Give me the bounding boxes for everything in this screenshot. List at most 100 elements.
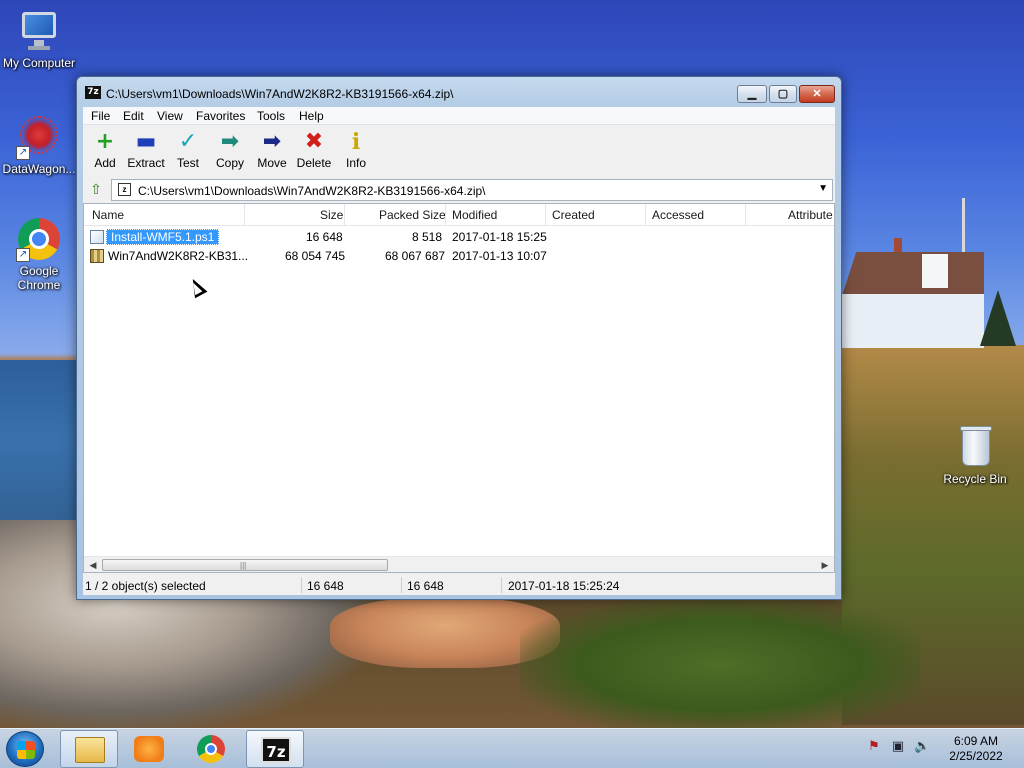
file-packed-size: 8 518 (412, 230, 443, 244)
column-packed-size[interactable]: Packed Size (379, 208, 446, 222)
menu-view[interactable]: View (157, 109, 183, 123)
media-player-icon (134, 736, 164, 762)
move-arrow-icon: ➡ (262, 129, 282, 154)
info-button[interactable]: i Info (334, 128, 378, 176)
delete-button[interactable]: ✖ Delete (292, 128, 336, 176)
check-icon: ✓ (178, 129, 198, 154)
address-path: C:\Users\vm1\Downloads\Win7AndW2K8R2-KB3… (138, 184, 486, 198)
tool-label: Move (257, 156, 287, 170)
taskbar-7zip-button[interactable]: 7z (246, 730, 304, 768)
extract-button[interactable]: ▬ Extract (124, 128, 168, 176)
file-packed-size: 68 067 687 (385, 249, 446, 263)
clock-time: 6:09 AM (953, 734, 999, 748)
chevron-down-icon[interactable]: ▼ (818, 183, 828, 194)
volume-icon[interactable]: 🔈 (914, 739, 930, 755)
windows-logo-icon (17, 741, 35, 759)
datawagon-icon: ↗ (16, 114, 62, 160)
table-row[interactable]: Win7AndW2K8R2-KB31... 68 054 745 68 067 … (84, 247, 834, 266)
toolbar: + Add ▬ Extract ✓ Test ➡ Copy ➡ Move ✖ D… (83, 126, 835, 178)
address-field[interactable]: z C:\Users\vm1\Downloads\Win7AndW2K8R2-K… (111, 179, 833, 201)
desktop-wallpaper-tree (980, 290, 1016, 346)
tool-label: Add (94, 156, 116, 170)
taskbar-chrome-button[interactable] (182, 730, 240, 768)
file-modified: 2017-01-13 10:07 (452, 249, 547, 263)
table-row[interactable]: Install-WMF5.1.ps1 16 648 8 518 2017-01-… (84, 228, 834, 247)
scrollbar-thumb[interactable]: ||| (102, 559, 388, 571)
maximize-icon: ▢ (777, 88, 789, 100)
horizontal-scrollbar[interactable]: ◀ ||| ▶ (84, 556, 834, 572)
action-center-flag-icon[interactable]: ⚑ (866, 739, 882, 755)
plus-icon: + (95, 129, 115, 154)
desktop-wallpaper-shrubs (520, 600, 920, 730)
clock-date: 2/25/2022 (949, 749, 1003, 763)
computer-icon (16, 8, 62, 54)
desktop-icon-my-computer[interactable]: My Computer (0, 8, 78, 70)
menu-file[interactable]: File (91, 109, 110, 123)
clock[interactable]: 6:09 AM 2/25/2022 (940, 734, 1012, 764)
column-size[interactable]: Size (320, 208, 343, 222)
move-button[interactable]: ➡ Move (250, 128, 294, 176)
network-icon[interactable]: ▣ (890, 739, 906, 755)
up-folder-button[interactable]: ⇧ (86, 180, 106, 200)
column-name[interactable]: Name (92, 208, 124, 222)
taskbar-media-player-button[interactable] (120, 730, 178, 768)
column-attribute[interactable]: Attribute (788, 208, 833, 222)
menu-help[interactable]: Help (299, 109, 324, 123)
file-size: 68 054 745 (285, 249, 346, 263)
menu-tools[interactable]: Tools (257, 109, 285, 123)
minimize-button[interactable]: ▁ (737, 85, 767, 103)
desktop-icon-recycle-bin[interactable]: Recycle Bin (936, 424, 1014, 486)
tool-label: Delete (296, 156, 332, 170)
status-packed-size: 16 648 (407, 579, 444, 593)
minimize-icon: ▁ (747, 88, 757, 100)
address-bar: ⇧ z C:\Users\vm1\Downloads\Win7AndW2K8R2… (83, 178, 835, 202)
desktop-icon-google-chrome[interactable]: ↗ Google Chrome (0, 216, 78, 292)
desktop-icon-label: Google Chrome (17, 264, 61, 292)
tool-label: Test (176, 156, 199, 170)
close-button[interactable]: ✕ (799, 85, 835, 103)
window-titlebar[interactable]: 7z C:\Users\vm1\Downloads\Win7AndW2K8R2-… (77, 77, 841, 107)
taskbar-explorer-button[interactable] (60, 730, 118, 768)
file-name: Install-WMF5.1.ps1 (106, 229, 220, 245)
recycle-bin-icon (952, 424, 998, 470)
desktop-icon-label: DataWagon... (2, 162, 76, 176)
script-file-icon (90, 230, 104, 244)
column-created[interactable]: Created (552, 208, 595, 222)
tool-label: Copy (215, 156, 244, 170)
minus-icon: ▬ (135, 129, 157, 154)
archive-file-icon (90, 249, 104, 263)
start-button[interactable] (6, 731, 44, 767)
system-tray: ⚑ ▣ 🔈 (862, 737, 942, 761)
taskbar: 7z ⚑ ▣ 🔈 6:09 AM 2/25/2022 (0, 728, 1024, 768)
chrome-icon: ↗ (16, 216, 62, 262)
desktop-icon-label: Recycle Bin (943, 472, 1007, 486)
status-modified: 2017-01-18 15:25:24 (508, 579, 620, 593)
folder-icon (75, 737, 105, 763)
desktop-icon-datawagon[interactable]: ↗ DataWagon... (0, 114, 78, 176)
window-client: File Edit View Favorites Tools Help + Ad… (83, 107, 835, 595)
status-selection: 1 / 2 object(s) selected (85, 579, 206, 593)
desktop-icon-label: My Computer (2, 56, 76, 70)
window-title: C:\Users\vm1\Downloads\Win7AndW2K8R2-KB3… (106, 87, 454, 101)
menu-edit[interactable]: Edit (123, 109, 144, 123)
menu-bar: File Edit View Favorites Tools Help (83, 107, 835, 125)
sevenzip-window: 7z C:\Users\vm1\Downloads\Win7AndW2K8R2-… (76, 76, 842, 600)
test-button[interactable]: ✓ Test (166, 128, 210, 176)
scroll-left-icon[interactable]: ◀ (86, 558, 100, 572)
file-list: Name Size Packed Size Modified Created A… (83, 203, 835, 573)
maximize-button[interactable]: ▢ (769, 85, 797, 103)
desktop-wallpaper-house (842, 238, 984, 350)
menu-favorites[interactable]: Favorites (196, 109, 245, 123)
tool-label: Extract (127, 156, 165, 170)
column-modified[interactable]: Modified (452, 208, 497, 222)
add-button[interactable]: + Add (83, 128, 127, 176)
column-accessed[interactable]: Accessed (652, 208, 704, 222)
sevenzip-app-icon: 7z (85, 86, 101, 99)
copy-button[interactable]: ➡ Copy (208, 128, 252, 176)
close-icon: ✕ (812, 88, 822, 100)
tool-label: Info (345, 156, 366, 170)
info-icon: i (351, 129, 361, 155)
scroll-right-icon[interactable]: ▶ (818, 558, 832, 572)
shortcut-arrow-icon: ↗ (16, 146, 30, 160)
copy-arrow-icon: ➡ (220, 129, 240, 154)
